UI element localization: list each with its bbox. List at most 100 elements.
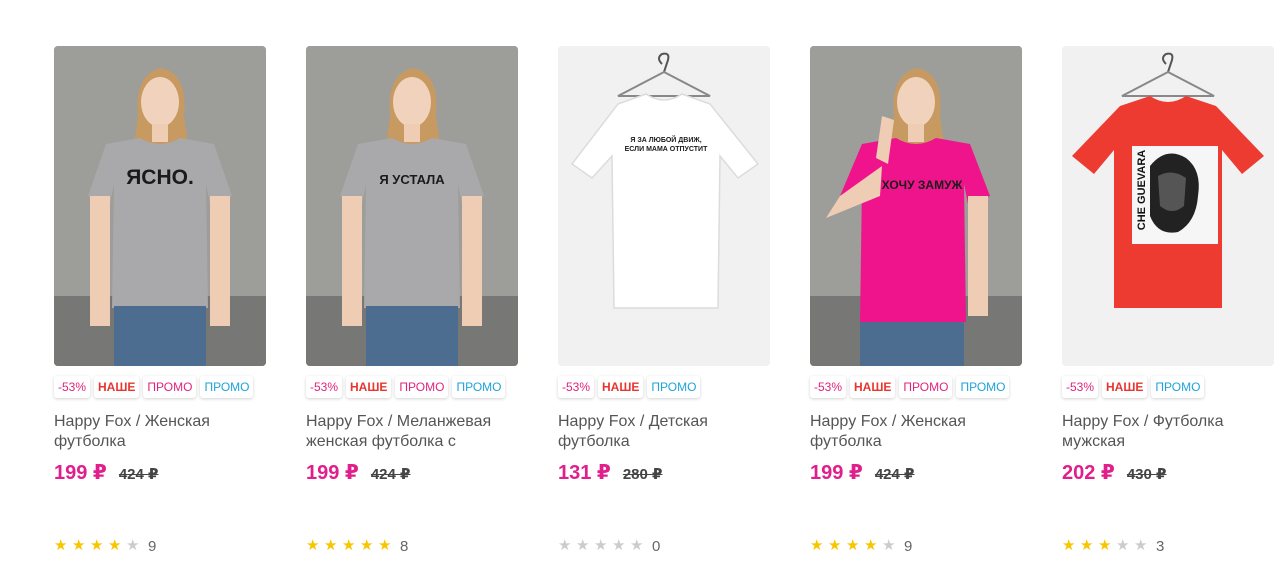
star-icon: ★ — [576, 537, 590, 554]
product-card[interactable]: Я ЗА ЛЮБОЙ ДВИЖ, ЕСЛИ МАМА ОТПУСТИТ -53%… — [558, 46, 770, 566]
nashe-badge: НАШЕ — [598, 376, 644, 398]
promo-badge: ПРОМО — [200, 376, 254, 398]
product-image[interactable]: Я УСТАЛА — [306, 46, 518, 366]
promo-badge: ПРОМО — [647, 376, 701, 398]
star-icon: ★ — [324, 537, 338, 554]
current-price: 199 ₽ — [810, 462, 863, 484]
product-title[interactable]: Happy Fox / Меланжевая женская футболка … — [306, 412, 518, 452]
star-icon: ★ — [594, 537, 608, 554]
price-block: 199 ₽ 424 ₽ — [54, 460, 158, 484]
rating: ★ ★ ★ ★ ★ 9 — [54, 537, 156, 555]
star-icon: ★ — [1062, 537, 1076, 554]
star-icon: ★ — [810, 537, 824, 554]
star-icon: ★ — [1116, 537, 1130, 554]
price-block: 131 ₽ 280 ₽ — [558, 460, 662, 484]
promo-badge: ПРОМО — [899, 376, 953, 398]
star-icon: ★ — [1098, 537, 1112, 554]
price-block: 202 ₽ 430 ₽ — [1062, 460, 1166, 484]
review-count: 3 — [1156, 537, 1165, 555]
badge-row: -53% НАШЕ ПРОМО ПРОМО — [810, 376, 1010, 398]
star-icon: ★ — [378, 537, 392, 554]
product-image[interactable]: Я ЗА ЛЮБОЙ ДВИЖ, ЕСЛИ МАМА ОТПУСТИТ — [558, 46, 770, 366]
rating: ★ ★ ★ ★ ★ 8 — [306, 537, 408, 555]
star-icon: ★ — [828, 537, 842, 554]
rating: ★ ★ ★ ★ ★ 0 — [558, 537, 660, 555]
promo-badge: ПРОМО — [143, 376, 197, 398]
review-count: 0 — [652, 537, 661, 555]
product-image[interactable]: CHE GUEVARA — [1062, 46, 1274, 366]
shirt-print-line: Я ЗА ЛЮБОЙ ДВИЖ, — [630, 137, 702, 144]
shirt-print-text: CHE GUEVARA — [1136, 149, 1148, 231]
product-card[interactable]: CHE GUEVARA -53% НАШЕ ПРОМО Happy Fox / … — [1062, 46, 1274, 566]
star-icon: ★ — [864, 537, 878, 554]
old-price: 424 ₽ — [874, 466, 915, 483]
price-block: 199 ₽ 424 ₽ — [810, 460, 914, 484]
price-block: 199 ₽ 424 ₽ — [306, 460, 410, 484]
star-icon: ★ — [72, 537, 86, 554]
star-icon: ★ — [612, 537, 626, 554]
product-image[interactable]: ЯСНО. — [54, 46, 266, 366]
star-icon: ★ — [1080, 537, 1094, 554]
current-price: 131 ₽ — [558, 462, 611, 484]
star-icon: ★ — [54, 537, 68, 554]
discount-badge: -53% — [54, 376, 91, 398]
product-title[interactable]: Happy Fox / Женская футболка — [810, 412, 1022, 452]
badge-row: -53% НАШЕ ПРОМО ПРОМО — [306, 376, 506, 398]
product-grid: ЯСНО. -53% НАШЕ ПРОМО ПРОМО Happy Fox / … — [0, 0, 1280, 585]
product-title[interactable]: Happy Fox / Детская футболка — [558, 412, 770, 452]
tshirt-on-hanger-photo — [558, 46, 770, 366]
promo-badge: ПРОМО — [1151, 376, 1205, 398]
star-icon: ★ — [90, 537, 104, 554]
badge-row: -53% НАШЕ ПРОМО — [558, 376, 701, 398]
star-icon: ★ — [558, 537, 572, 554]
current-price: 199 ₽ — [306, 462, 359, 484]
star-icon: ★ — [108, 537, 122, 554]
product-card[interactable]: ЯСНО. -53% НАШЕ ПРОМО ПРОМО Happy Fox / … — [54, 46, 266, 566]
model-photo — [810, 46, 1022, 366]
promo-badge: ПРОМО — [956, 376, 1010, 398]
shirt-print-line: ЕСЛИ МАМА ОТПУСТИТ — [624, 146, 708, 153]
model-photo — [306, 46, 518, 366]
old-price: 280 ₽ — [622, 466, 663, 483]
shirt-print-text: ЯСНО. — [126, 166, 194, 189]
discount-badge: -53% — [306, 376, 343, 398]
shirt-print-text: ХОЧУ ЗАМУЖ — [881, 178, 963, 192]
discount-badge: -53% — [558, 376, 595, 398]
star-icon: ★ — [342, 537, 356, 554]
shirt-print-text: Я ЗА ЛЮБОЙ ДВИЖ, ЕСЛИ МАМА ОТПУСТИТ — [606, 136, 726, 154]
nashe-badge: НАШЕ — [850, 376, 896, 398]
star-icon: ★ — [126, 537, 140, 554]
product-image[interactable]: ХОЧУ ЗАМУЖ — [810, 46, 1022, 366]
tshirt-on-hanger-photo — [1062, 46, 1274, 366]
product-title[interactable]: Happy Fox / Женская футболка — [54, 412, 266, 452]
badge-row: -53% НАШЕ ПРОМО — [1062, 376, 1205, 398]
review-count: 8 — [400, 537, 409, 555]
old-price: 424 ₽ — [118, 466, 159, 483]
discount-badge: -53% — [810, 376, 847, 398]
star-icon: ★ — [630, 537, 644, 554]
model-photo — [54, 46, 266, 366]
nashe-badge: НАШЕ — [94, 376, 140, 398]
product-card[interactable]: Я УСТАЛА -53% НАШЕ ПРОМО ПРОМО Happy Fox… — [306, 46, 518, 566]
star-icon: ★ — [1134, 537, 1148, 554]
rating: ★ ★ ★ ★ ★ 9 — [810, 537, 912, 555]
badge-row: -53% НАШЕ ПРОМО ПРОМО — [54, 376, 254, 398]
current-price: 202 ₽ — [1062, 462, 1115, 484]
star-icon: ★ — [882, 537, 896, 554]
star-icon: ★ — [360, 537, 374, 554]
review-count: 9 — [148, 537, 157, 555]
star-icon: ★ — [306, 537, 320, 554]
shirt-print-text: Я УСТАЛА — [379, 172, 445, 187]
discount-badge: -53% — [1062, 376, 1099, 398]
product-title[interactable]: Happy Fox / Футболка мужская — [1062, 412, 1274, 452]
star-icon: ★ — [846, 537, 860, 554]
nashe-badge: НАШЕ — [346, 376, 392, 398]
promo-badge: ПРОМО — [452, 376, 506, 398]
current-price: 199 ₽ — [54, 462, 107, 484]
product-card[interactable]: ХОЧУ ЗАМУЖ -53% НАШЕ ПРОМО ПРОМО Happy F… — [810, 46, 1022, 566]
nashe-badge: НАШЕ — [1102, 376, 1148, 398]
rating: ★ ★ ★ ★ ★ 3 — [1062, 537, 1164, 555]
old-price: 424 ₽ — [370, 466, 411, 483]
promo-badge: ПРОМО — [395, 376, 449, 398]
old-price: 430 ₽ — [1126, 466, 1167, 483]
